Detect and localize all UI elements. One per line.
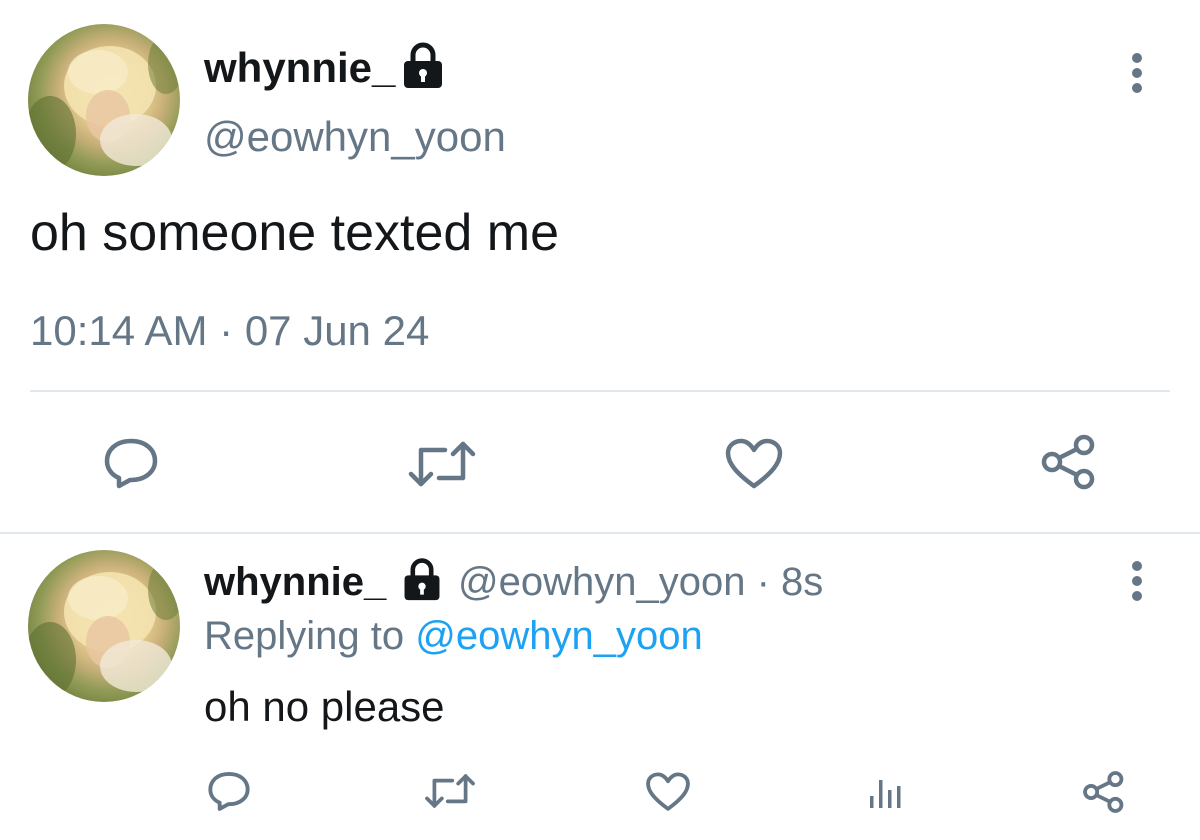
share-icon (1083, 771, 1124, 813)
heart-icon (725, 438, 783, 489)
avatar-image (28, 560, 180, 698)
heart-icon (646, 772, 690, 811)
retweet-icon (425, 774, 475, 808)
share-icon (1041, 434, 1095, 490)
display-name[interactable]: whynnie_ (204, 558, 386, 606)
date[interactable]: 07 Jun 24 (245, 307, 430, 354)
analytics-button[interactable] (866, 774, 906, 810)
divider (30, 390, 1170, 392)
timestamp[interactable]: 10:14 AM (30, 307, 207, 354)
retweet-button[interactable] (424, 772, 476, 810)
time-ago[interactable]: 8s (781, 560, 823, 604)
avatar-image (28, 34, 180, 172)
reply-button[interactable] (103, 436, 159, 490)
timestamp-row: 10:14 AM · 07 Jun 24 (30, 306, 429, 356)
share-button[interactable] (1082, 770, 1126, 814)
analytics-icon (870, 780, 901, 808)
handle[interactable]: @eowhyn_yoon (458, 560, 745, 604)
handle[interactable]: @eowhyn_yoon (204, 112, 506, 162)
like-button[interactable] (645, 772, 691, 812)
like-button[interactable] (724, 438, 784, 490)
handle-row: @eowhyn_yoon · 8s (458, 558, 823, 606)
lock-icon (404, 558, 440, 601)
replying-to-row: Replying to @eowhyn_yoon (204, 612, 703, 660)
share-button[interactable] (1040, 434, 1098, 490)
more-vertical-icon[interactable] (1125, 52, 1149, 94)
avatar[interactable] (28, 24, 180, 176)
replying-to-handle[interactable]: @eowhyn_yoon (415, 614, 702, 658)
more-vertical-icon[interactable] (1125, 560, 1149, 602)
reply-icon (208, 771, 250, 811)
retweet-button[interactable] (407, 440, 477, 488)
retweet-icon (408, 441, 476, 487)
tweet-text: oh no please (204, 683, 445, 730)
display-name[interactable]: whynnie_ (204, 43, 395, 93)
meta-separator: · (756, 560, 770, 604)
tweet-separator (0, 532, 1200, 534)
replying-to-label: Replying to (204, 614, 405, 658)
tweet-text: oh someone texted me (30, 204, 559, 262)
lock-icon (404, 42, 442, 88)
reply-icon (104, 438, 158, 489)
avatar[interactable] (28, 550, 180, 702)
date-separator: · (219, 307, 234, 354)
reply-button[interactable] (207, 770, 251, 812)
